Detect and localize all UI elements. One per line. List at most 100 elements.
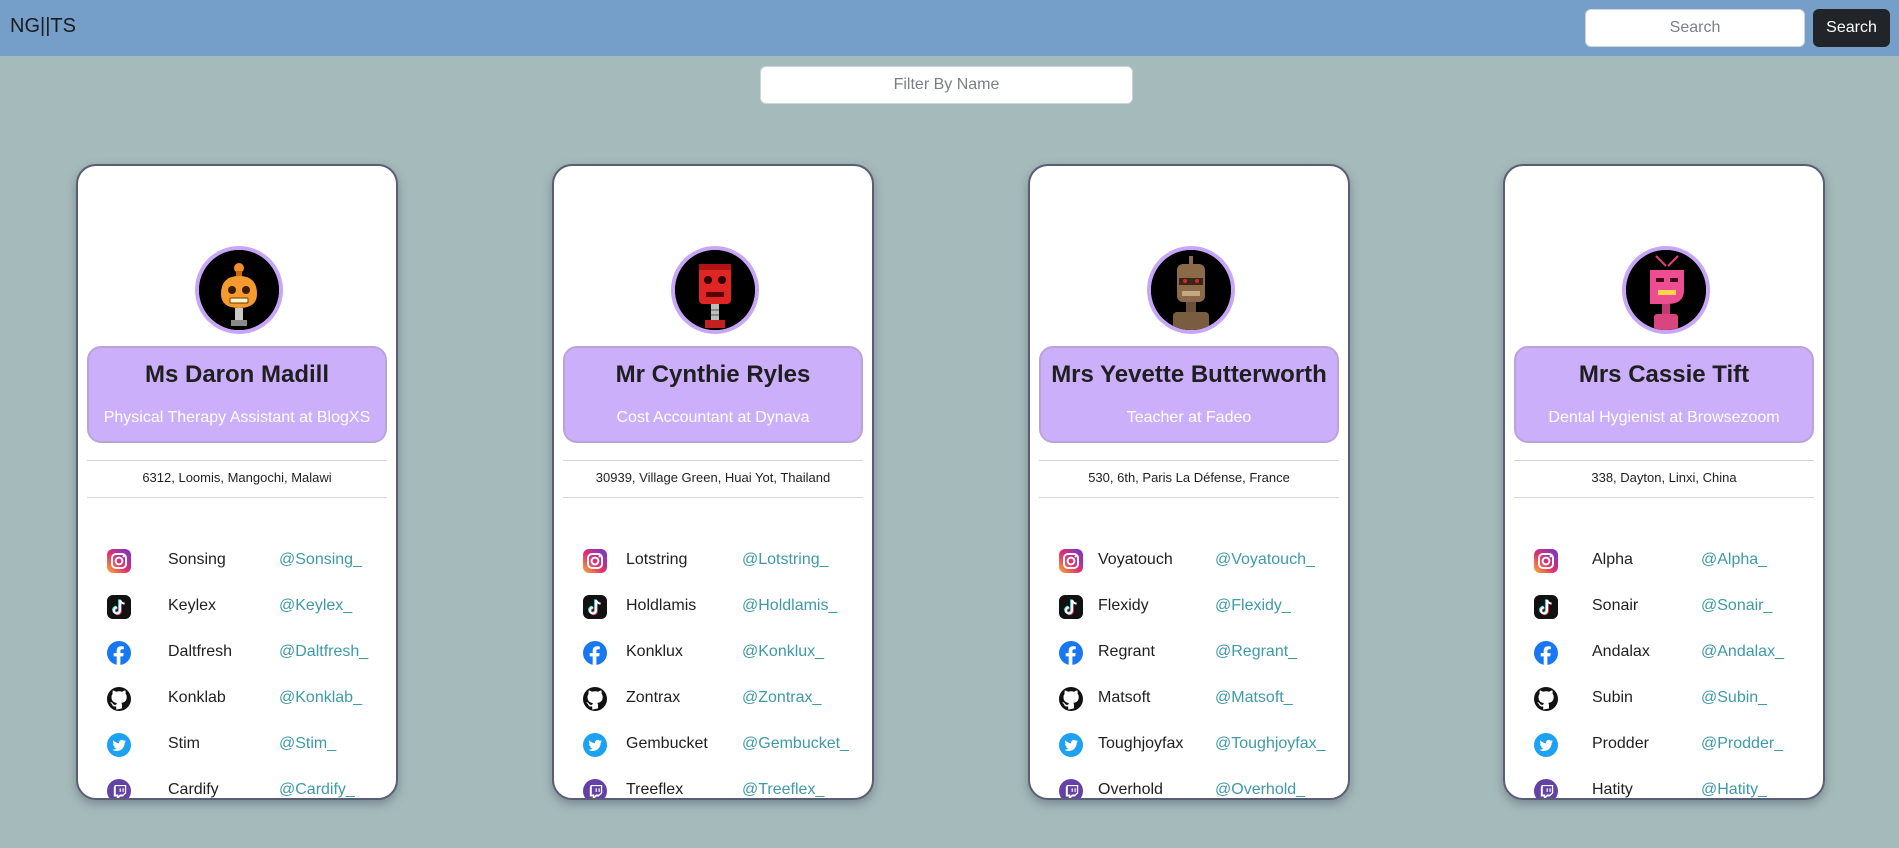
social-name: Hatity [1592, 781, 1633, 798]
profile-name: Ms Daron Madill [144, 361, 330, 388]
tiktok-icon[interactable] [1533, 594, 1559, 620]
search-button[interactable]: Search [1813, 9, 1890, 47]
social-name: Holdlamis [626, 597, 697, 614]
social-name: Keylex [168, 597, 217, 614]
twitter-icon[interactable] [106, 732, 132, 758]
social-handle-link[interactable]: @Matsoft_ [1215, 689, 1293, 707]
github-icon[interactable] [1533, 686, 1559, 712]
social-name: Sonair [1592, 597, 1639, 614]
social-name: Toughjoyfax [1098, 735, 1184, 752]
twitter-icon[interactable] [582, 732, 608, 758]
social-handle-link[interactable]: @Daltfresh_ [279, 643, 368, 661]
brand-logo[interactable]: NG||TS [10, 15, 76, 38]
social-handle-link[interactable]: @Voyatouch_ [1215, 551, 1315, 569]
social-handle-link[interactable]: @Keylex_ [279, 597, 352, 615]
social-name: Konklab [168, 689, 226, 706]
profile-name: Mr Cynthie Ryles [615, 361, 811, 388]
github-icon[interactable] [582, 686, 608, 712]
social-row-instagram: Alpha @Alpha_ [1505, 546, 1823, 576]
facebook-icon[interactable] [1533, 640, 1559, 666]
social-row-tiktok: Holdlamis @Holdlamis_ [554, 592, 872, 622]
tiktok-icon[interactable] [582, 594, 608, 620]
social-row-facebook: Andalax @Andalax_ [1505, 638, 1823, 668]
social-handle-link[interactable]: @Hatity_ [1701, 781, 1767, 798]
navbar: NG||TS Search [0, 0, 1899, 56]
social-name: Prodder [1592, 735, 1649, 752]
social-handle-link[interactable]: @Subin_ [1701, 689, 1767, 707]
social-row-twitch: Treeflex @Treeflex_ [554, 776, 872, 798]
social-row-instagram: Sonsing @Sonsing_ [78, 546, 396, 576]
social-row-tiktok: Flexidy @Flexidy_ [1030, 592, 1348, 622]
name-box: Ms Daron Madill Physical Therapy Assista… [87, 346, 387, 443]
instagram-icon[interactable] [582, 548, 608, 574]
social-handle-link[interactable]: @Sonair_ [1701, 597, 1772, 615]
social-row-instagram: Voyatouch @Voyatouch_ [1030, 546, 1348, 576]
social-row-twitch: Overhold @Overhold_ [1030, 776, 1348, 798]
profile-card: Mrs Cassie Tift Dental Hygienist at Brow… [1503, 164, 1825, 800]
social-row-tiktok: Keylex @Keylex_ [78, 592, 396, 622]
name-box: Mr Cynthie Ryles Cost Accountant at Dyna… [563, 346, 863, 443]
twitter-icon[interactable] [1533, 732, 1559, 758]
profile-address: 530, 6th, Paris La Défense, France [1039, 460, 1339, 498]
social-row-twitter: Gembucket @Gembucket_ [554, 730, 872, 760]
social-row-twitter: Prodder @Prodder_ [1505, 730, 1823, 760]
twitch-icon[interactable] [106, 778, 132, 798]
tiktok-icon[interactable] [1058, 594, 1084, 620]
name-box: Mrs Yevette Butterworth Teacher at Fadeo [1039, 346, 1339, 443]
social-handle-link[interactable]: @Konklab_ [279, 689, 362, 707]
social-name: Lotstring [626, 551, 688, 568]
twitch-icon[interactable] [1533, 778, 1559, 798]
social-name: Stim [168, 735, 200, 752]
profile-address: 6312, Loomis, Mangochi, Malawi [87, 460, 387, 498]
avatar [1147, 246, 1235, 334]
social-handle-link[interactable]: @Konklux_ [742, 643, 824, 661]
social-handle-link[interactable]: @Zontrax_ [742, 689, 821, 707]
github-icon[interactable] [106, 686, 132, 712]
social-handle-link[interactable]: @Sonsing_ [279, 551, 362, 569]
social-name: Treeflex [626, 781, 684, 798]
twitch-icon[interactable] [1058, 778, 1084, 798]
instagram-icon[interactable] [106, 548, 132, 574]
social-row-twitter: Stim @Stim_ [78, 730, 396, 760]
profile-job: Teacher at Fadeo [1126, 409, 1252, 426]
filter-by-name-input[interactable] [760, 66, 1133, 104]
social-row-facebook: Regrant @Regrant_ [1030, 638, 1348, 668]
social-handle-link[interactable]: @Holdlamis_ [742, 597, 837, 615]
social-row-twitch: Cardify @Cardify_ [78, 776, 396, 798]
social-handle-link[interactable]: @Prodder_ [1701, 735, 1783, 753]
facebook-icon[interactable] [582, 640, 608, 666]
facebook-icon[interactable] [106, 640, 132, 666]
social-handle-link[interactable]: @Flexidy_ [1215, 597, 1291, 615]
social-handle-link[interactable]: @Overhold_ [1215, 781, 1305, 798]
twitch-icon[interactable] [582, 778, 608, 798]
facebook-icon[interactable] [1058, 640, 1084, 666]
social-handle-link[interactable]: @Cardify_ [279, 781, 355, 798]
social-row-github: Subin @Subin_ [1505, 684, 1823, 714]
instagram-icon[interactable] [1533, 548, 1559, 574]
instagram-icon[interactable] [1058, 548, 1084, 574]
social-handle-link[interactable]: @Regrant_ [1215, 643, 1297, 661]
social-row-tiktok: Sonair @Sonair_ [1505, 592, 1823, 622]
social-name: Gembucket [626, 735, 708, 752]
social-handle-link[interactable]: @Lotstring_ [742, 551, 829, 569]
github-icon[interactable] [1058, 686, 1084, 712]
profile-card: Ms Daron Madill Physical Therapy Assista… [76, 164, 398, 800]
social-handle-link[interactable]: @Treeflex_ [742, 781, 824, 798]
social-row-github: Zontrax @Zontrax_ [554, 684, 872, 714]
tiktok-icon[interactable] [106, 594, 132, 620]
search-input[interactable] [1585, 9, 1805, 47]
social-handle-link[interactable]: @Andalax_ [1701, 643, 1784, 661]
twitter-icon[interactable] [1058, 732, 1084, 758]
profile-job: Physical Therapy Assistant at BlogXS [103, 409, 371, 426]
social-row-twitch: Hatity @Hatity_ [1505, 776, 1823, 798]
profile-address: 338, Dayton, Linxi, China [1514, 460, 1814, 498]
name-box: Mrs Cassie Tift Dental Hygienist at Brow… [1514, 346, 1814, 443]
social-handle-link[interactable]: @Gembucket_ [742, 735, 849, 753]
social-name: Flexidy [1098, 597, 1149, 614]
social-handle-link[interactable]: @Stim_ [279, 735, 336, 753]
social-handle-link[interactable]: @Toughjoyfax_ [1215, 735, 1326, 753]
social-handle-link[interactable]: @Alpha_ [1701, 551, 1767, 569]
social-name: Cardify [168, 781, 219, 798]
orange-robot-avatar-image [199, 250, 279, 330]
social-name: Voyatouch [1098, 551, 1173, 568]
